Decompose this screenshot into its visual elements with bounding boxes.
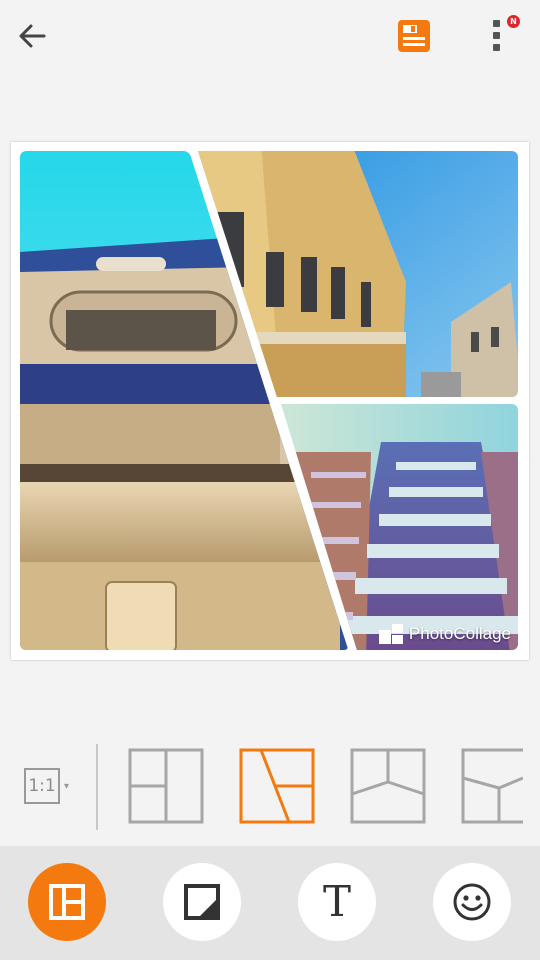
watermark: PhotoCollage xyxy=(378,624,511,644)
back-button[interactable] xyxy=(14,18,50,54)
watermark-text: PhotoCollage xyxy=(408,624,511,643)
chevron-down-icon: ▾ xyxy=(64,780,70,792)
arrow-left-icon xyxy=(19,24,46,48)
notification-badge: N xyxy=(507,15,520,28)
layout-grid-3[interactable] xyxy=(128,748,204,824)
smiley-icon xyxy=(453,883,491,921)
layout-y-split-3[interactable] xyxy=(350,748,426,824)
aspect-ratio-label: 1:1 xyxy=(24,768,60,804)
aspect-ratio-button[interactable]: 1:1 ▾ xyxy=(24,768,78,804)
text-icon: T xyxy=(322,877,351,926)
border-icon xyxy=(184,884,220,920)
text-tool-button[interactable]: T xyxy=(298,863,376,941)
bottom-toolbar: T xyxy=(0,846,540,960)
save-button[interactable] xyxy=(396,18,432,54)
save-icon xyxy=(398,20,430,52)
sticker-tool-button[interactable] xyxy=(433,863,511,941)
layout-selector: 1:1 ▾ xyxy=(0,740,540,832)
layout-icon xyxy=(49,884,85,920)
layout-diagonal-3[interactable] xyxy=(239,748,315,824)
collage-canvas: PhotoCollage xyxy=(11,142,529,660)
collage-svg xyxy=(20,151,518,650)
layout-tool-button[interactable] xyxy=(28,863,106,941)
photocollage-logo-icon xyxy=(378,624,403,644)
layout-cube-3[interactable] xyxy=(461,748,523,824)
border-tool-button[interactable] xyxy=(163,863,241,941)
divider xyxy=(96,744,98,830)
top-bar: N xyxy=(0,0,540,72)
